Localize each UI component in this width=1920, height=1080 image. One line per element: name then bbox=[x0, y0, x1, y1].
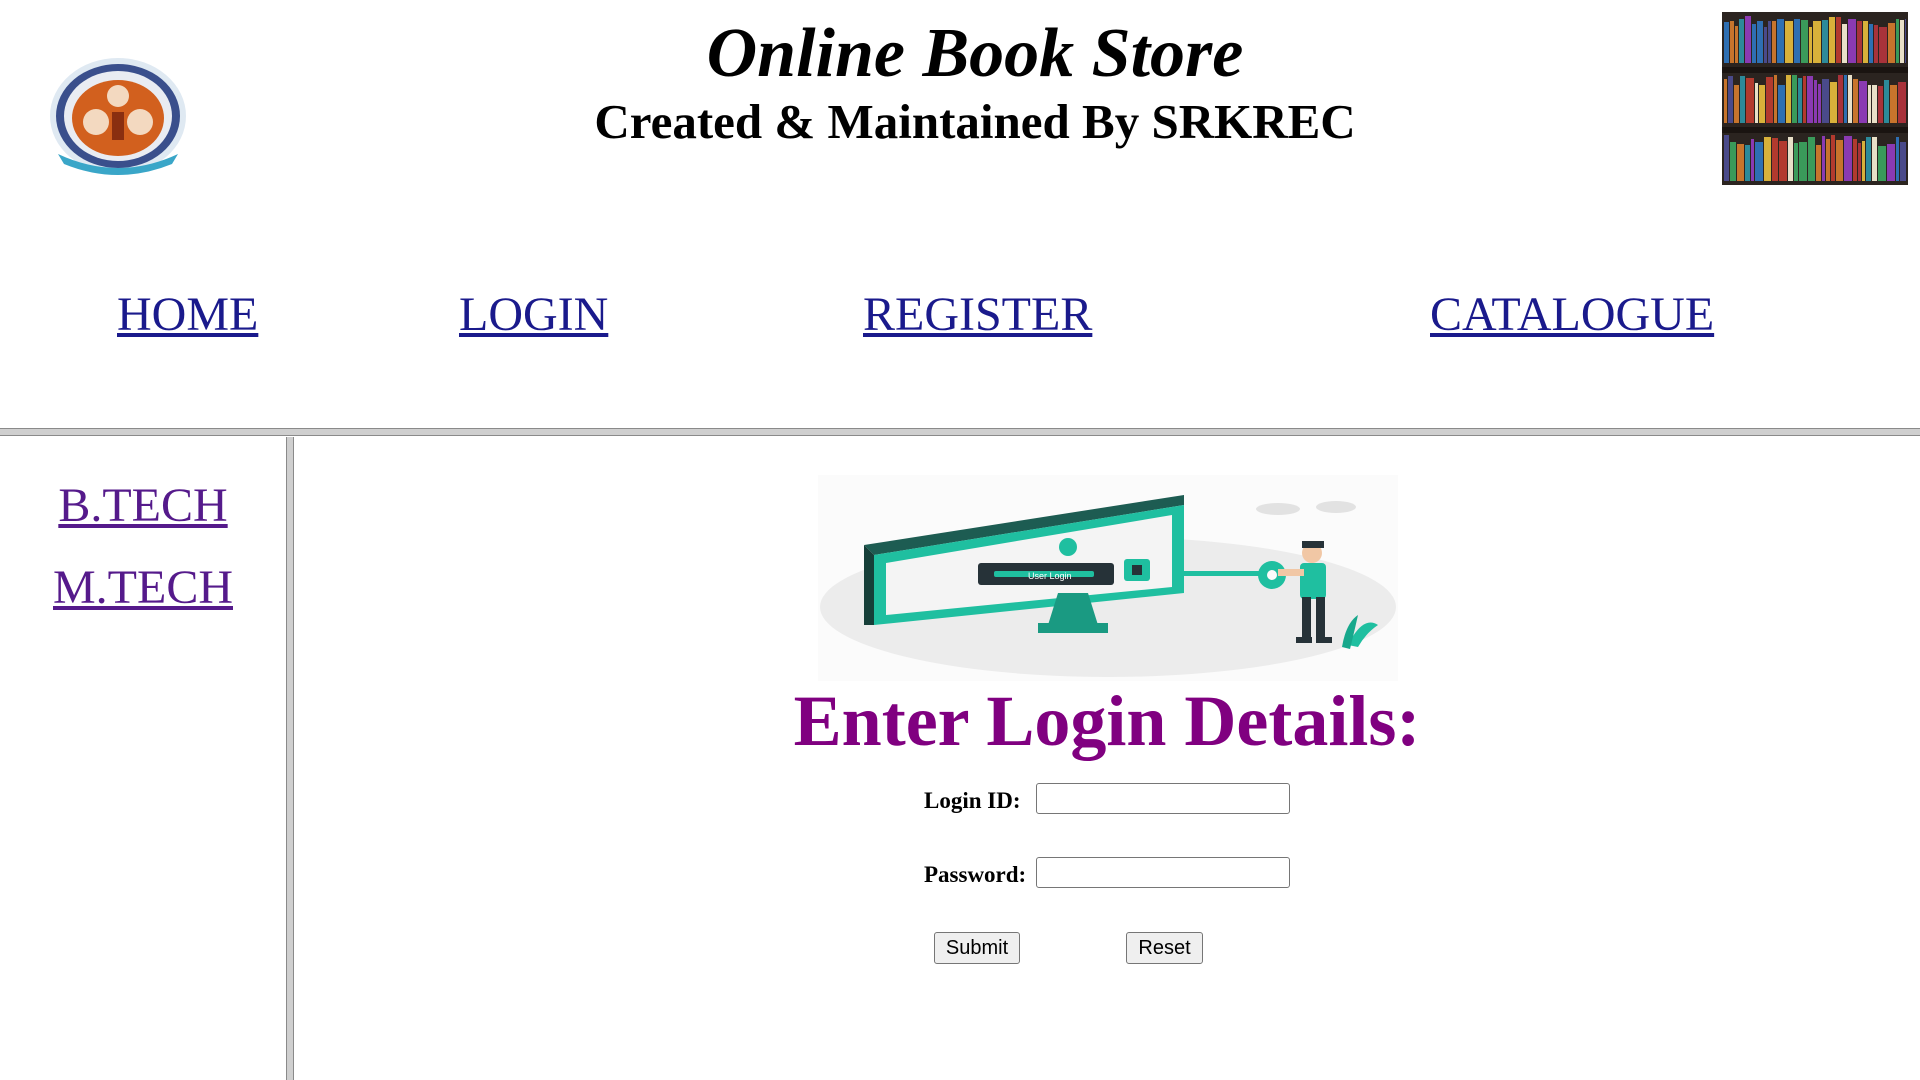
site-subtitle: Created & Maintained By SRKREC bbox=[594, 94, 1356, 149]
main-frame: User Login Enter Login Details: Login ID… bbox=[294, 437, 1920, 1080]
sidebar-frame: B.TECH M.TECH bbox=[0, 437, 286, 1080]
header-frame: Online Book Store Created & Maintained B… bbox=[0, 0, 1920, 428]
user-login-illustration: User Login bbox=[818, 475, 1398, 681]
password-input[interactable] bbox=[1036, 857, 1290, 888]
nav-catalogue-link[interactable]: CATALOGUE bbox=[1430, 286, 1714, 344]
login-id-label: Login ID: bbox=[924, 788, 1021, 813]
nav-home-link[interactable]: HOME bbox=[117, 286, 258, 344]
password-label: Password: bbox=[924, 862, 1027, 887]
sidebar-link-mtech[interactable]: M.TECH bbox=[0, 559, 286, 617]
login-id-input[interactable] bbox=[1036, 783, 1290, 814]
login-heading: Enter Login Details: bbox=[793, 681, 1421, 761]
nav-login-link[interactable]: LOGIN bbox=[459, 286, 608, 344]
sidebar-link-btech[interactable]: B.TECH bbox=[0, 477, 286, 535]
bookshelf-image bbox=[1722, 12, 1908, 185]
illustration-caption: User Login bbox=[1028, 571, 1072, 581]
frame-divider-horizontal[interactable] bbox=[0, 428, 1920, 436]
submit-button[interactable]: Submit bbox=[934, 932, 1020, 964]
nav-register-link[interactable]: REGISTER bbox=[863, 286, 1092, 344]
site-title: Online Book Store bbox=[706, 15, 1244, 92]
reset-button[interactable]: Reset bbox=[1126, 932, 1203, 964]
frame-divider-vertical[interactable] bbox=[286, 437, 294, 1080]
